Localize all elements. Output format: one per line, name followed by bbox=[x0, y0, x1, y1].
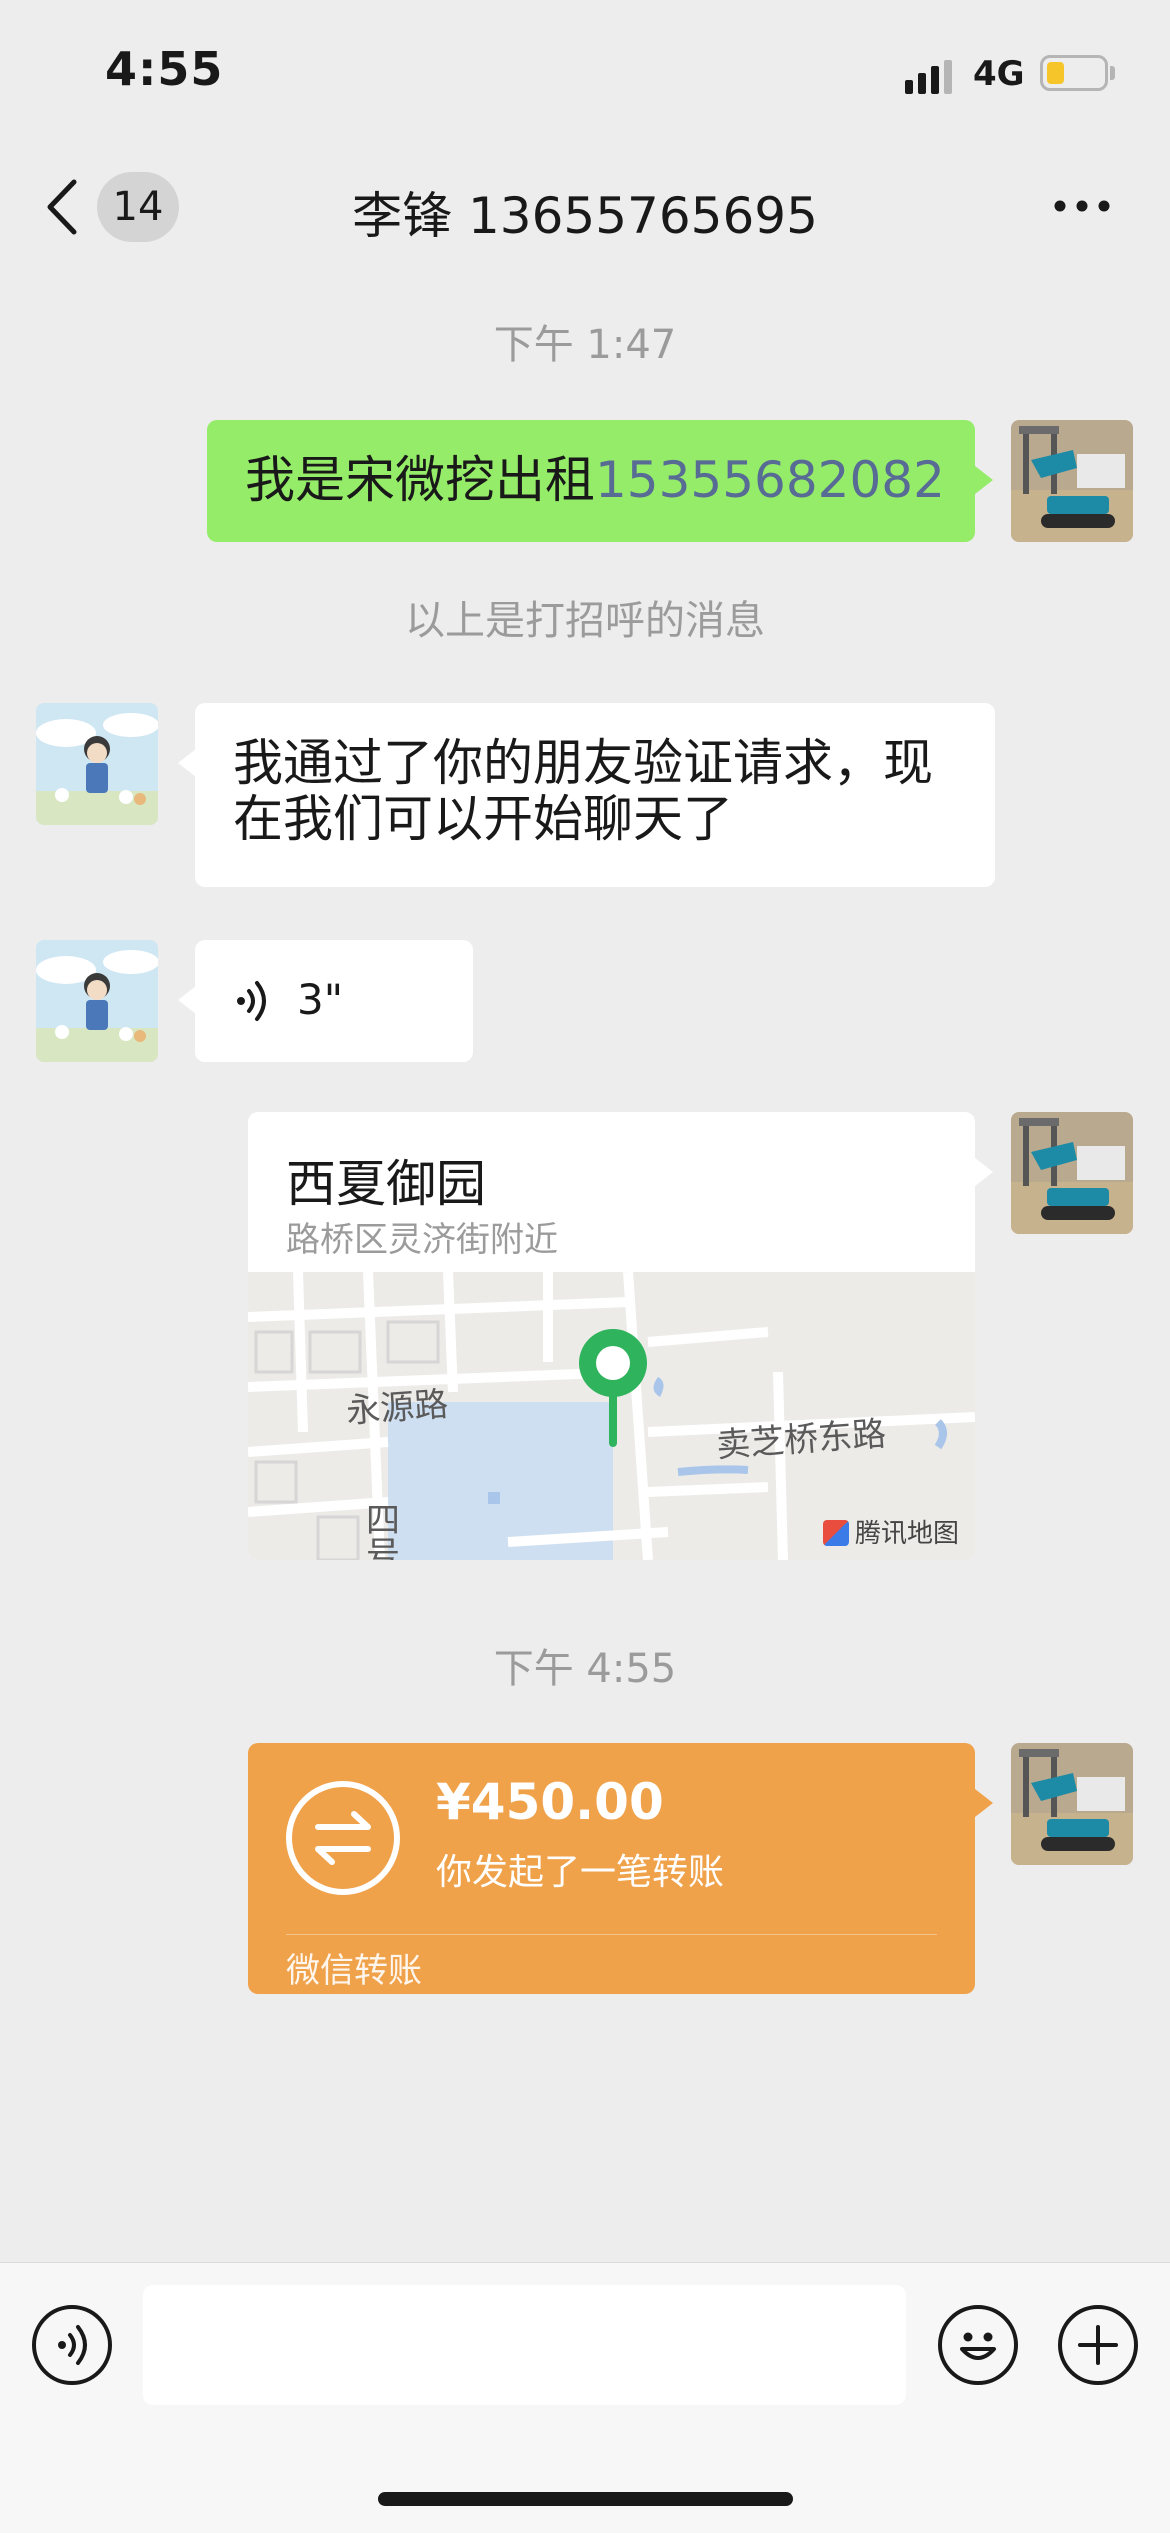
home-indicator bbox=[378, 2492, 793, 2506]
voice-icon bbox=[58, 2325, 87, 2365]
map-road-label: 永源路 bbox=[344, 1384, 450, 1432]
my-avatar[interactable] bbox=[1011, 1743, 1133, 1865]
map-pin-icon bbox=[579, 1329, 647, 1447]
status-time: 4:55 bbox=[105, 42, 224, 96]
bubble-tail bbox=[178, 749, 196, 777]
more-functions-button[interactable] bbox=[1058, 2305, 1138, 2385]
cellular-signal-icon bbox=[905, 60, 952, 94]
tencent-map-logo-icon bbox=[822, 1520, 849, 1546]
chat-timestamp: 下午 4:55 bbox=[493, 1646, 677, 1692]
bubble-tail bbox=[975, 466, 993, 494]
message-input[interactable] bbox=[143, 2285, 906, 2405]
bubble-tail bbox=[975, 1158, 993, 1186]
location-address: 路桥区灵济街附近 bbox=[286, 1220, 558, 1260]
bubble-tail bbox=[178, 986, 196, 1014]
phone-number-link[interactable]: 15355682082 bbox=[595, 451, 945, 509]
map-road-label: 四号 bbox=[366, 1504, 400, 1560]
transfer-amount: ¥450.00 bbox=[436, 1773, 664, 1831]
chat-timestamp: 下午 1:47 bbox=[493, 322, 677, 368]
my-avatar[interactable] bbox=[1011, 1112, 1133, 1234]
location-name: 西夏御园 bbox=[286, 1155, 486, 1213]
received-message-bubble[interactable]: 我通过了你的朋友验证请求，现在我们可以开始聊天了 bbox=[195, 703, 995, 887]
voice-message-bubble[interactable]: 3" bbox=[195, 940, 473, 1062]
transfer-card[interactable]: ¥450.00 你发起了一笔转账 微信转账 bbox=[248, 1743, 975, 1994]
contact-avatar[interactable] bbox=[36, 703, 158, 825]
system-note: 以上是打招呼的消息 bbox=[405, 598, 765, 644]
greeting-text: 我是宋微挖出租 bbox=[245, 451, 595, 509]
battery-icon bbox=[1040, 55, 1108, 91]
my-avatar[interactable] bbox=[1011, 420, 1133, 542]
transfer-divider bbox=[286, 1934, 937, 1935]
bubble-tail bbox=[975, 1789, 993, 1817]
emoji-button[interactable] bbox=[938, 2305, 1018, 2385]
chat-title: 李锋 13655765695 bbox=[352, 187, 818, 245]
contact-avatar[interactable] bbox=[36, 940, 158, 1062]
network-type: 4G bbox=[973, 54, 1025, 94]
voice-duration: 3" bbox=[297, 975, 344, 1024]
transfer-footer: 微信转账 bbox=[286, 1951, 422, 1991]
transfer-description: 你发起了一笔转账 bbox=[436, 1852, 725, 1893]
battery-tip bbox=[1110, 66, 1115, 80]
map-brand-label: 腾讯地图 bbox=[854, 1519, 959, 1549]
sent-message-bubble[interactable]: 我是宋微挖出租15355682082 bbox=[207, 420, 975, 542]
plus-icon bbox=[1078, 2325, 1118, 2365]
voice-input-button[interactable] bbox=[32, 2305, 112, 2385]
location-map[interactable]: 永源路 卖芝桥东路 四号 腾讯地图 bbox=[248, 1272, 975, 1560]
more-options-icon[interactable] bbox=[1052, 196, 1112, 216]
smiley-icon bbox=[960, 2332, 996, 2360]
location-card[interactable]: 西夏御园 路桥区灵济街附近 永源路 卖芝桥东路 四号 腾讯地图 bbox=[248, 1112, 975, 1560]
voice-wave-icon bbox=[237, 981, 266, 1021]
transfer-arrows-icon bbox=[286, 1781, 400, 1895]
map-provider: 腾讯地图 bbox=[822, 1513, 959, 1550]
